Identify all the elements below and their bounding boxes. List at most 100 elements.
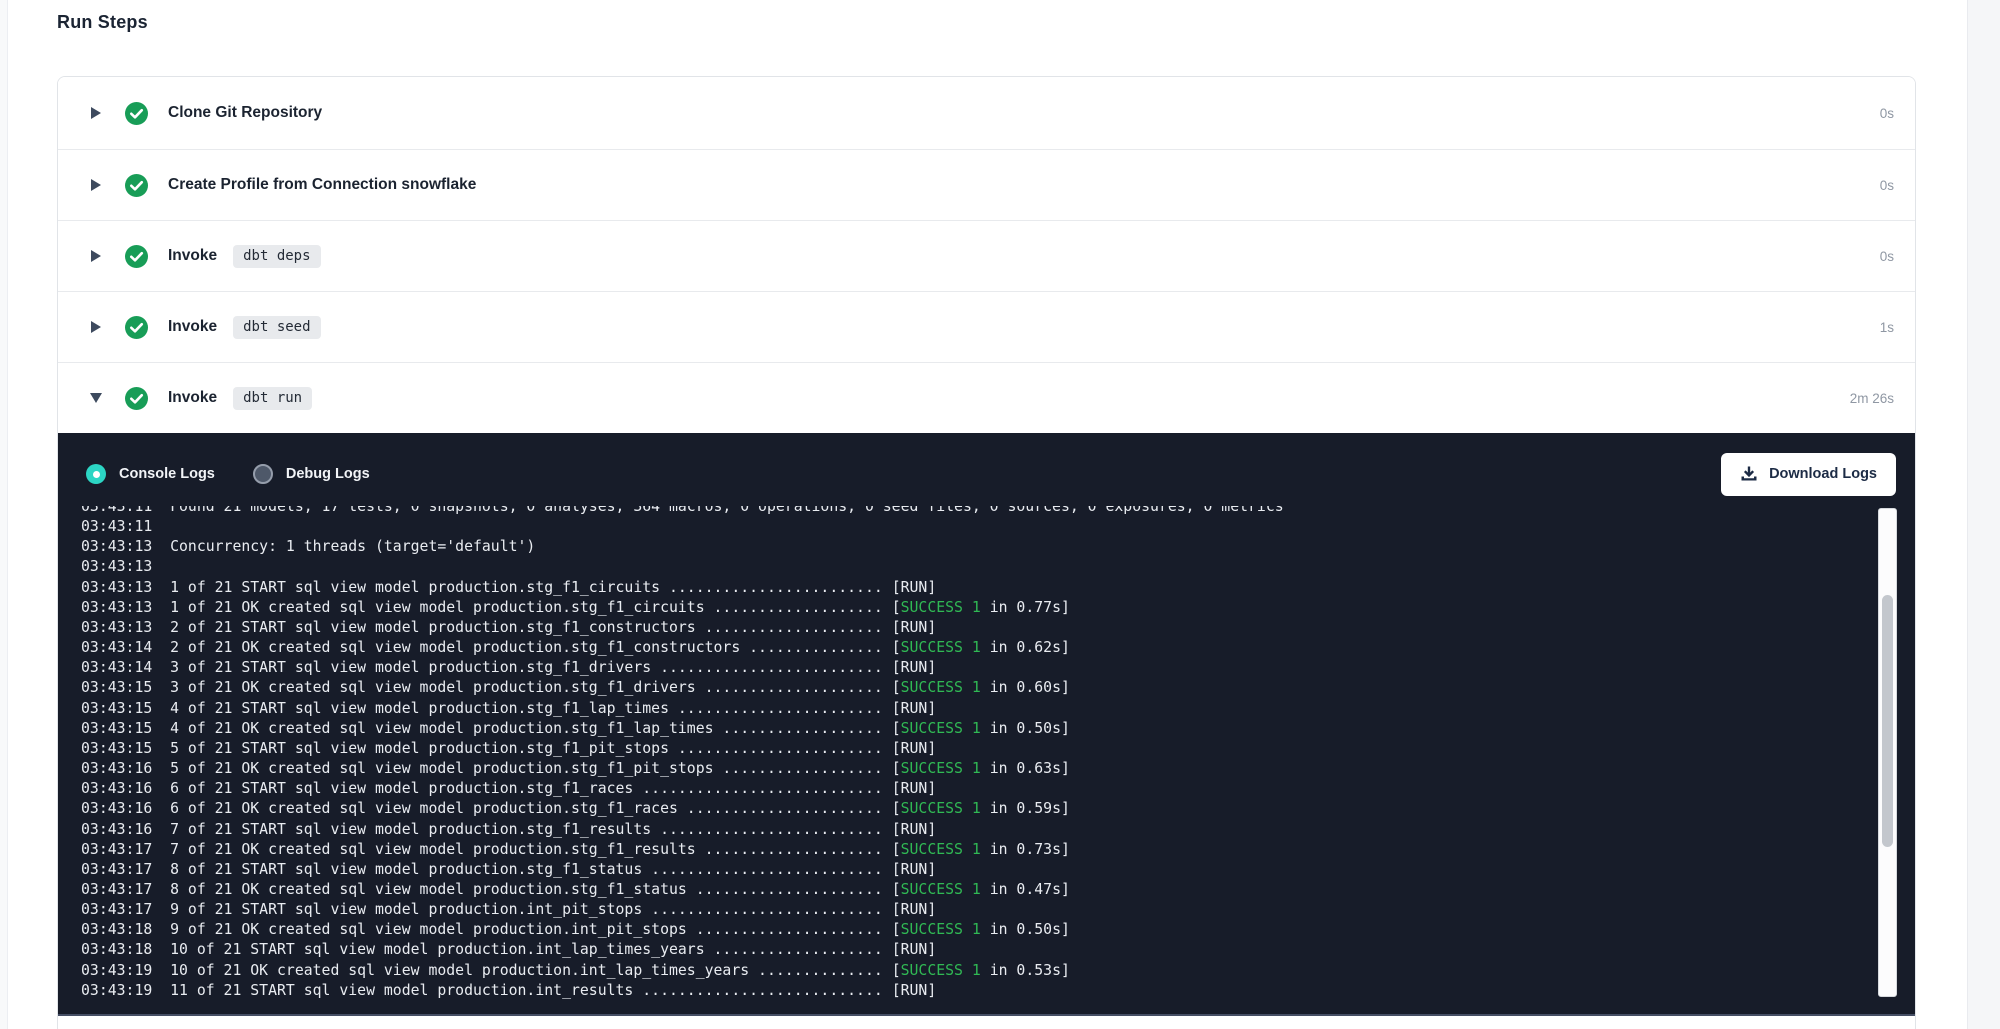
log-message: 5 of 21 START sql view model production.… bbox=[152, 740, 891, 757]
log-run-tag: [RUN] bbox=[892, 780, 937, 797]
page: Run Steps Clone Git Repository0sCreate P… bbox=[0, 0, 2000, 1029]
log-timestamp: 03:43:16 bbox=[81, 800, 152, 817]
log-timestamp: 03:43:19 bbox=[81, 962, 152, 979]
log-timestamp: 03:43:15 bbox=[81, 740, 152, 757]
step-command-badge: dbt run bbox=[233, 387, 312, 410]
radio-label-debug-logs: Debug Logs bbox=[286, 466, 370, 482]
log-timestamp: 03:43:18 bbox=[81, 921, 152, 938]
log-type-radio-group: Console Logs Debug Logs bbox=[86, 464, 408, 484]
log-message: 3 of 21 START sql view model production.… bbox=[152, 659, 891, 676]
success-check-icon bbox=[125, 174, 148, 197]
radio-debug-logs[interactable]: Debug Logs bbox=[253, 464, 370, 484]
log-panel-header: Console Logs Debug Logs Download Logs bbox=[58, 433, 1915, 503]
run-steps-list: Clone Git Repository 0s Create Profile fro… bbox=[58, 77, 1915, 433]
step-command-badge: dbt deps bbox=[233, 245, 320, 268]
log-message: 4 of 21 START sql view model production.… bbox=[152, 700, 891, 717]
log-timestamp: 03:43:15 bbox=[81, 720, 152, 737]
success-check-icon bbox=[125, 316, 148, 339]
log-success-tag: SUCCESS 1 bbox=[901, 800, 981, 817]
log-scrollbar[interactable] bbox=[1878, 508, 1897, 997]
log-line: 03:43:17 7 of 21 OK created sql view mod… bbox=[81, 840, 1875, 860]
log-line: 03:43:13 Concurrency: 1 threads (target=… bbox=[81, 537, 1875, 557]
log-line: 03:43:18 10 of 21 START sql view model p… bbox=[81, 940, 1875, 960]
log-line: 03:43:16 6 of 21 START sql view model pr… bbox=[81, 779, 1875, 799]
step-row-clone-git-repository[interactable]: Clone Git Repository 0s bbox=[58, 77, 1915, 149]
log-message: 9 of 21 OK created sql view model produc… bbox=[152, 921, 891, 938]
log-message: 6 of 21 START sql view model production.… bbox=[152, 780, 891, 797]
log-message: 3 of 21 OK created sql view model produc… bbox=[152, 679, 891, 696]
log-run-tag: [RUN] bbox=[892, 901, 937, 918]
log-run-tag: [RUN] bbox=[892, 579, 937, 596]
radio-selected-icon[interactable] bbox=[86, 464, 106, 484]
step-label: Invoke bbox=[168, 318, 217, 336]
radio-unselected-icon[interactable] bbox=[253, 464, 273, 484]
log-success-tag: SUCCESS 1 bbox=[901, 921, 981, 938]
log-success-tag: SUCCESS 1 bbox=[901, 881, 981, 898]
log-success-tag: SUCCESS 1 bbox=[901, 962, 981, 979]
log-line: 03:43:14 3 of 21 START sql view model pr… bbox=[81, 658, 1875, 678]
log-timestamp: 03:43:11 bbox=[81, 518, 152, 535]
step-duration: 0s bbox=[1880, 106, 1894, 121]
log-run-tag: [RUN] bbox=[892, 941, 937, 958]
log-line: 03:43:14 2 of 21 OK created sql view mod… bbox=[81, 638, 1875, 658]
chevron-right-icon[interactable] bbox=[89, 250, 103, 262]
log-timestamp: 03:43:13 bbox=[81, 558, 152, 575]
step-duration: 0s bbox=[1880, 249, 1894, 264]
log-timestamp: 03:43:13 bbox=[81, 599, 152, 616]
console-log-output[interactable]: 03:43:11 Found 21 models, 17 tests, 0 sn… bbox=[81, 506, 1875, 1006]
log-message: 8 of 21 OK created sql view model produc… bbox=[152, 881, 891, 898]
log-scrollbar-thumb[interactable] bbox=[1882, 595, 1893, 847]
log-message: 9 of 21 START sql view model production.… bbox=[152, 901, 891, 918]
log-success-tag: SUCCESS 1 bbox=[901, 639, 981, 656]
step-command-badge: dbt seed bbox=[233, 316, 320, 339]
step-row-invoke-dbt-deps[interactable]: Invokedbt deps0s bbox=[58, 220, 1915, 291]
success-check-icon bbox=[125, 102, 148, 125]
step-label: Create Profile from Connection snowflake bbox=[168, 176, 476, 194]
download-icon bbox=[1740, 465, 1758, 483]
left-gutter bbox=[0, 0, 8, 1029]
log-panel: Console Logs Debug Logs Download Logs 03:… bbox=[58, 433, 1915, 1016]
log-line: 03:43:18 9 of 21 OK created sql view mod… bbox=[81, 920, 1875, 940]
log-line: 03:43:17 8 of 21 OK created sql view mod… bbox=[81, 880, 1875, 900]
log-line: 03:43:11 bbox=[81, 517, 1875, 537]
step-duration: 1s bbox=[1880, 320, 1894, 335]
step-label: Invoke bbox=[168, 389, 217, 407]
log-timestamp: 03:43:18 bbox=[81, 941, 152, 958]
log-run-tag: [RUN] bbox=[892, 821, 937, 838]
log-message: 7 of 21 START sql view model production.… bbox=[152, 821, 891, 838]
log-success-tag: SUCCESS 1 bbox=[901, 720, 981, 737]
chevron-right-icon[interactable] bbox=[89, 321, 103, 333]
step-label: Clone Git Repository bbox=[168, 104, 322, 122]
log-line: 03:43:13 1 of 21 START sql view model pr… bbox=[81, 578, 1875, 598]
chevron-right-icon[interactable] bbox=[89, 179, 103, 191]
success-check-icon bbox=[125, 245, 148, 268]
radio-console-logs[interactable]: Console Logs bbox=[86, 464, 215, 484]
chevron-down-icon[interactable] bbox=[89, 393, 103, 403]
step-row-create-profile-from-connection-snowflake[interactable]: Create Profile from Connection snowflake… bbox=[58, 149, 1915, 220]
log-line: 03:43:16 5 of 21 OK created sql view mod… bbox=[81, 759, 1875, 779]
log-timestamp: 03:43:16 bbox=[81, 780, 152, 797]
log-message: 6 of 21 OK created sql view model produc… bbox=[152, 800, 891, 817]
log-message: Concurrency: 1 threads (target='default'… bbox=[152, 538, 535, 555]
log-line: 03:43:19 10 of 21 OK created sql view mo… bbox=[81, 961, 1875, 981]
log-run-tag: [RUN] bbox=[892, 861, 937, 878]
step-row-invoke-dbt-seed[interactable]: Invoke dbt seed 1s bbox=[58, 291, 1915, 362]
log-message: Found 21 models, 17 tests, 0 snapshots, … bbox=[152, 506, 1283, 515]
log-message: 2 of 21 OK created sql view model produc… bbox=[152, 639, 891, 656]
log-timestamp: 03:43:16 bbox=[81, 821, 152, 838]
step-row-invoke-dbt-run[interactable]: Invoke dbt run 2m 26s bbox=[58, 362, 1915, 433]
log-message bbox=[152, 518, 170, 535]
step-duration: 2m 26s bbox=[1850, 391, 1894, 406]
log-line: 03:43:13 bbox=[81, 557, 1875, 577]
chevron-right-icon[interactable] bbox=[89, 107, 103, 119]
log-line: 03:43:16 6 of 21 OK created sql view mod… bbox=[81, 799, 1875, 819]
log-message: 1 of 21 START sql view model production.… bbox=[152, 579, 891, 596]
log-timestamp: 03:43:17 bbox=[81, 901, 152, 918]
success-check-icon bbox=[125, 387, 148, 410]
log-message: 5 of 21 OK created sql view model produc… bbox=[152, 760, 891, 777]
log-timestamp: 03:43:14 bbox=[81, 659, 152, 676]
log-success-tag: SUCCESS 1 bbox=[901, 841, 981, 858]
log-line: 03:43:17 9 of 21 START sql view model pr… bbox=[81, 900, 1875, 920]
log-success-tag: SUCCESS 1 bbox=[901, 679, 981, 696]
download-logs-button[interactable]: Download Logs bbox=[1721, 453, 1896, 496]
